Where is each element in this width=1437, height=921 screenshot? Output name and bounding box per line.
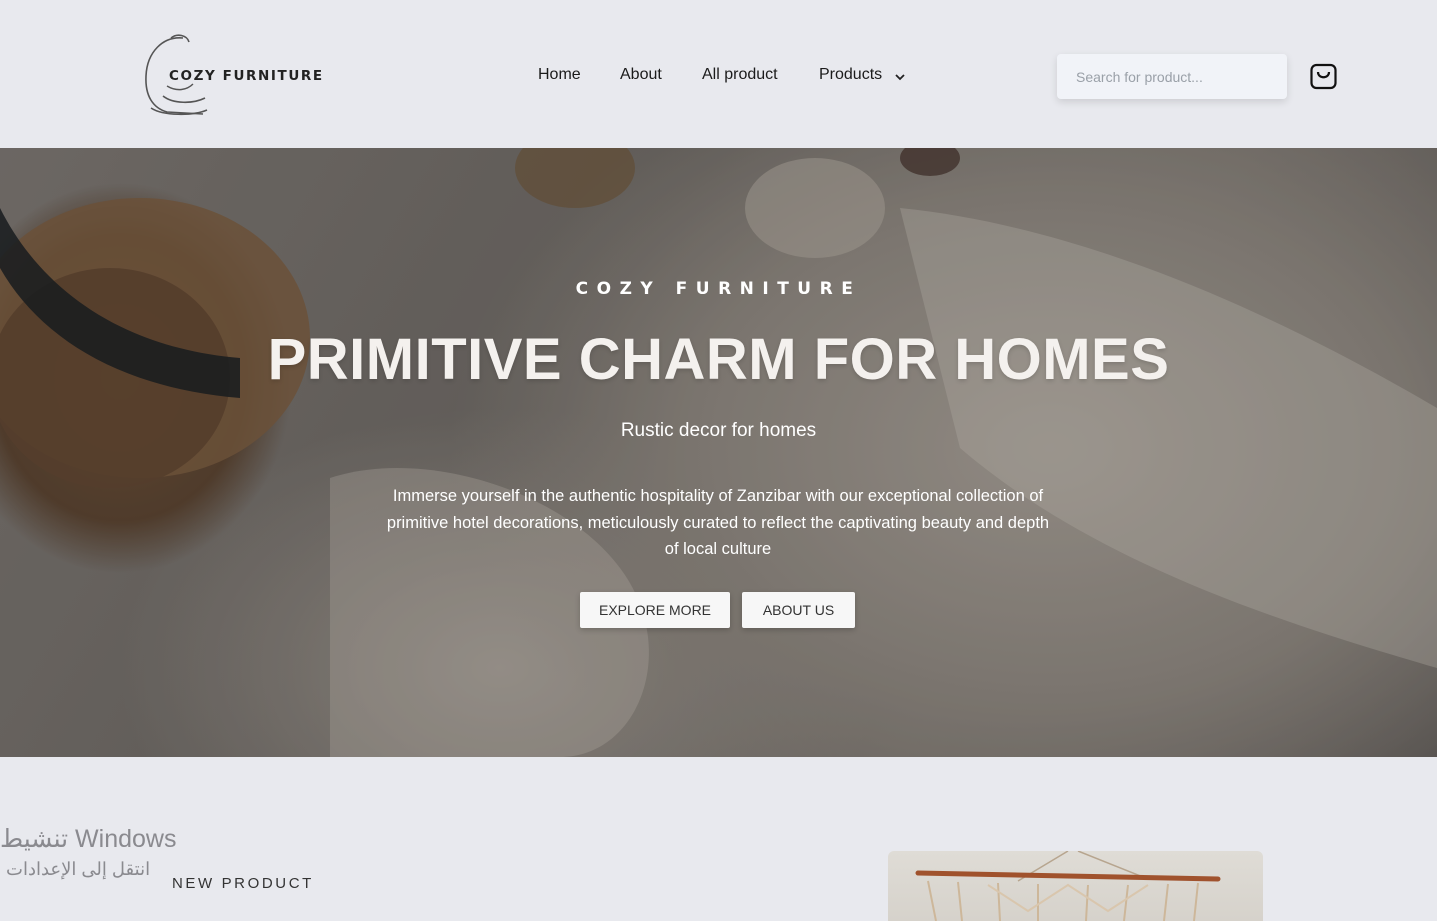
nav-home[interactable]: Home [538,66,581,84]
hero-description: Immerse yourself in the authentic hospit… [386,487,1050,558]
explore-more-button[interactable]: EXPLORE MORE [580,592,730,628]
site-header: COZY FURNITURE Home About All product Pr… [0,0,1437,148]
nav-all-product[interactable]: All product [702,66,778,84]
wall-hanging-product-image [915,851,1221,921]
windows-activation-subtitle: انتقل إلى الإعدادات [6,859,151,879]
about-us-button[interactable]: ABOUT US [742,592,855,628]
logo[interactable]: COZY FURNITURE [143,34,343,118]
shopping-bag-icon[interactable] [1309,62,1338,91]
nav-products[interactable]: Products [819,66,882,84]
chevron-down-icon[interactable] [894,72,906,82]
product-image-card[interactable] [888,851,1263,921]
hero-subtitle: Rustic decor for homes [620,420,817,441]
hero-banner: COZY FURNITURE PRIMITIVE CHARM FOR HOMES… [0,148,1437,757]
windows-activation-title: تنشيط Windows [0,825,177,853]
hero-title: PRIMITIVE CHARM FOR HOMES [267,327,1170,392]
hero-eyebrow: COZY FURNITURE [575,279,862,299]
logo-text: COZY FURNITURE [169,68,324,84]
search-input[interactable] [1057,54,1287,99]
hero-overlay [0,148,1437,757]
nav-about[interactable]: About [620,66,662,84]
new-product-heading: NEW PRODUCT [172,875,314,892]
